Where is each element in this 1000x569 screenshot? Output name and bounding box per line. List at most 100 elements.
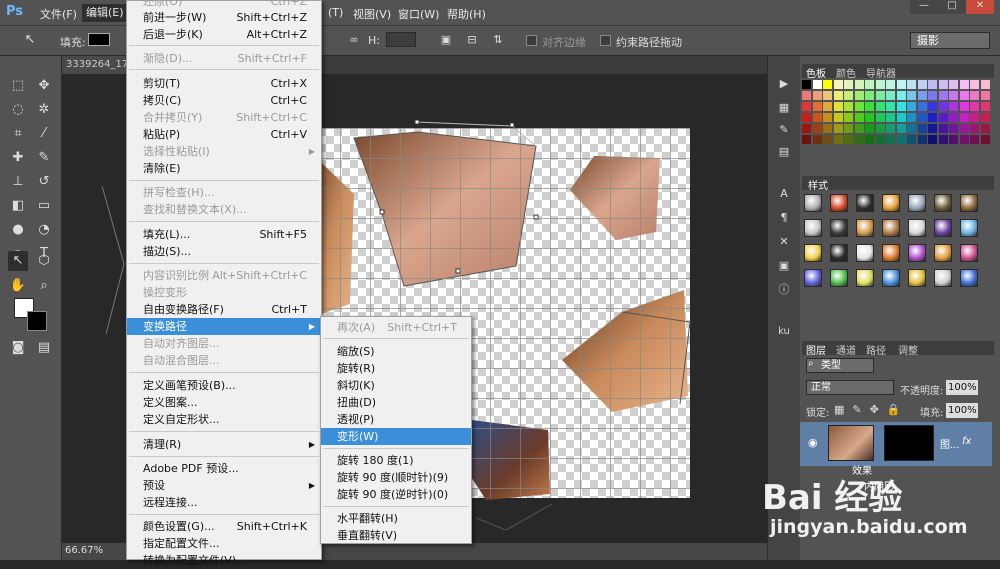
color-swatch[interactable]: [970, 113, 979, 122]
crop-tool-icon[interactable]: ⌗: [8, 124, 28, 144]
color-swatch[interactable]: [980, 135, 990, 144]
eraser-tool-icon[interactable]: ◧: [8, 196, 28, 216]
color-swatch[interactable]: [865, 91, 874, 100]
path-selection-tool-icon[interactable]: ↖: [8, 251, 28, 271]
brush-presets-icon[interactable]: ▤: [774, 142, 794, 162]
color-swatch[interactable]: [886, 135, 895, 144]
color-swatch[interactable]: [844, 124, 853, 133]
menu-file[interactable]: 文件(F): [40, 6, 77, 22]
style-preset-swatch[interactable]: [934, 269, 952, 287]
color-swatch[interactable]: [802, 80, 811, 89]
info-panel-icon[interactable]: ⓘ: [774, 280, 794, 300]
color-swatch[interactable]: [949, 91, 958, 100]
color-swatch[interactable]: [844, 135, 853, 144]
layer-thumbnail[interactable]: [828, 425, 874, 461]
color-swatch[interactable]: [886, 102, 895, 111]
eye-visibility-icon[interactable]: ◉: [808, 436, 818, 449]
menu-help[interactable]: 帮助(H): [447, 6, 486, 22]
menu-item-content-aware-scale[interactable]: 内容识别比例 Alt+Shift+Ctrl+C: [127, 267, 321, 284]
menu-item-clear[interactable]: 清除(E): [127, 160, 321, 177]
menu-item-perspective[interactable]: 透视(P): [321, 411, 471, 428]
color-swatch[interactable]: [896, 102, 906, 111]
color-swatch[interactable]: [938, 91, 948, 100]
color-swatch[interactable]: [949, 102, 958, 111]
color-swatch[interactable]: [802, 102, 811, 111]
screen-mode-icon[interactable]: ▤: [34, 338, 54, 358]
color-swatch[interactable]: [907, 80, 916, 89]
color-swatch[interactable]: [875, 135, 885, 144]
color-swatch[interactable]: [959, 91, 969, 100]
menu-item-scale[interactable]: 缩放(S): [321, 343, 471, 360]
menu-item-color-settings[interactable]: 颜色设置(G)... Shift+Ctrl+K: [127, 518, 321, 535]
fill-input[interactable]: 100%: [946, 403, 978, 418]
menu-item-stroke[interactable]: 描边(S)...: [127, 243, 321, 260]
menu-item-rotate-180[interactable]: 旋转 180 度(1): [321, 452, 471, 469]
menu-item-copy[interactable]: 拷贝(C) Ctrl+C: [127, 92, 321, 109]
color-swatch[interactable]: [896, 91, 906, 100]
color-swatch[interactable]: [865, 80, 874, 89]
menu-window[interactable]: 窗口(W): [398, 6, 439, 22]
color-swatch[interactable]: [928, 102, 937, 111]
eyedropper-icon[interactable]: ⁄: [34, 124, 54, 144]
color-swatch[interactable]: [980, 113, 990, 122]
menu-item-distort[interactable]: 扭曲(D): [321, 394, 471, 411]
menu-item-transform-path[interactable]: 变换路径 ▶: [127, 318, 321, 335]
style-preset-swatch[interactable]: [960, 194, 978, 212]
color-swatch[interactable]: [907, 113, 916, 122]
style-preset-swatch[interactable]: [804, 194, 822, 212]
menu-type[interactable]: (T): [328, 6, 343, 19]
color-swatch[interactable]: [886, 124, 895, 133]
color-swatch[interactable]: [970, 80, 979, 89]
style-preset-swatch[interactable]: [882, 269, 900, 287]
brush-tool-icon[interactable]: ✎: [34, 148, 54, 168]
color-swatch[interactable]: [865, 102, 874, 111]
menu-item-fade[interactable]: 渐隐(D)... Shift+Ctrl+F: [127, 50, 321, 67]
color-swatch[interactable]: [970, 124, 979, 133]
minimize-button[interactable]: —: [910, 0, 938, 14]
menu-item-convert-profile[interactable]: 转换为配置文件(V)...: [127, 552, 321, 569]
color-swatch[interactable]: [823, 91, 832, 100]
style-preset-swatch[interactable]: [908, 244, 926, 262]
color-swatch[interactable]: [949, 113, 958, 122]
menu-item-rotate-90-cw[interactable]: 旋转 90 度(顺时针)(9): [321, 469, 471, 486]
height-input[interactable]: [386, 32, 416, 47]
align-edges-checkbox[interactable]: [526, 35, 537, 46]
color-swatch[interactable]: [938, 135, 948, 144]
document-tab[interactable]: 3339264_17: [62, 56, 126, 74]
color-swatch[interactable]: [854, 102, 864, 111]
tab-layers[interactable]: 图层: [806, 342, 826, 357]
color-swatch[interactable]: [949, 135, 958, 144]
color-swatch[interactable]: [812, 135, 822, 144]
history-panel-icon[interactable]: ▦: [774, 98, 794, 118]
link-icon[interactable]: ∞: [344, 30, 364, 50]
maximize-button[interactable]: □: [938, 0, 966, 14]
color-swatch[interactable]: [907, 91, 916, 100]
color-swatch[interactable]: [959, 135, 969, 144]
menu-item-auto-align-layers[interactable]: 自动对齐图层...: [127, 335, 321, 352]
color-swatch[interactable]: [833, 124, 843, 133]
color-swatch[interactable]: [833, 91, 843, 100]
color-swatch[interactable]: [812, 80, 822, 89]
color-swatch[interactable]: [875, 113, 885, 122]
menu-item-cut[interactable]: 剪切(T) Ctrl+X: [127, 75, 321, 92]
color-swatch[interactable]: [823, 102, 832, 111]
color-swatch[interactable]: [938, 80, 948, 89]
color-swatch[interactable]: [865, 113, 874, 122]
gradient-tool-icon[interactable]: ▭: [34, 196, 54, 216]
color-swatch[interactable]: [907, 135, 916, 144]
fx-icon[interactable]: fx: [962, 436, 971, 447]
menu-item-purge[interactable]: 清理(R) ▶: [127, 436, 321, 453]
tab-navigator[interactable]: 导航器: [866, 65, 896, 80]
color-swatch[interactable]: [938, 102, 948, 111]
style-preset-swatch[interactable]: [856, 219, 874, 237]
quick-mask-icon[interactable]: ◙: [8, 338, 28, 358]
color-swatch[interactable]: [928, 113, 937, 122]
style-preset-swatch[interactable]: [934, 194, 952, 212]
clone-stamp-icon[interactable]: ⊥: [8, 172, 28, 192]
style-preset-swatch[interactable]: [908, 219, 926, 237]
color-swatch[interactable]: [928, 135, 937, 144]
menu-item-puppet-warp[interactable]: 操控变形: [127, 284, 321, 301]
color-swatch[interactable]: [917, 80, 927, 89]
color-swatch[interactable]: [833, 102, 843, 111]
color-swatch[interactable]: [928, 124, 937, 133]
